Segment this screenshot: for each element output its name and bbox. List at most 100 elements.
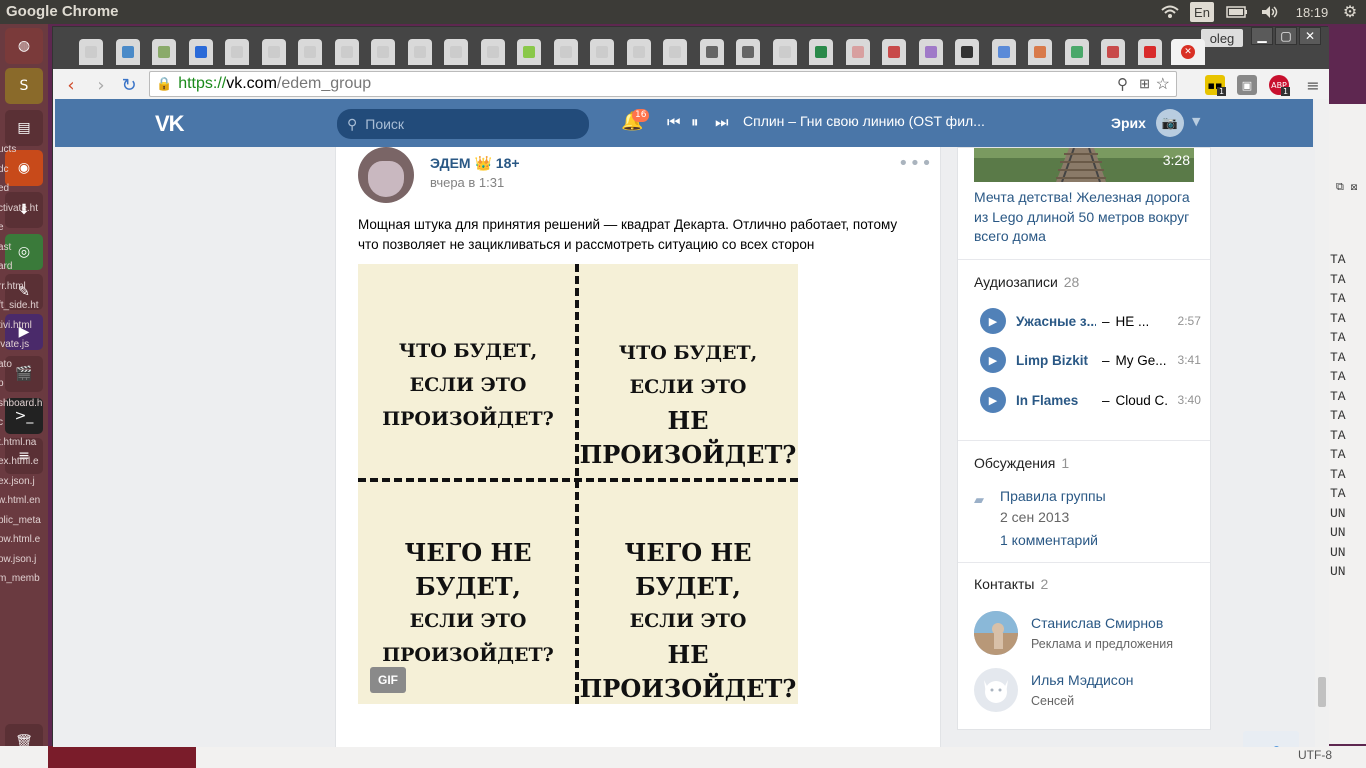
search-input[interactable]: ⚲ Поиск <box>337 109 589 139</box>
post-author-avatar[interactable] <box>358 147 414 203</box>
vk-logo-icon[interactable]: VK <box>155 111 185 137</box>
background-text-fragment: ed <box>0 183 10 194</box>
browser-tab[interactable] <box>188 39 213 65</box>
audio-item[interactable]: ▶ In Flames–Cloud C...3:40 <box>974 386 1204 414</box>
avatar[interactable] <box>974 668 1018 712</box>
browser-tab[interactable] <box>1137 39 1162 65</box>
browser-tab[interactable] <box>298 39 322 65</box>
browser-tab[interactable] <box>663 39 687 65</box>
post-author[interactable]: ЭДЕМ 👑 18+ <box>430 155 520 172</box>
browser-tab[interactable] <box>991 39 1016 65</box>
browser-tab[interactable] <box>1028 39 1052 65</box>
reload-icon[interactable]: ↻ <box>117 73 141 97</box>
search-placeholder: Поиск <box>365 116 405 132</box>
play-icon[interactable]: ▶ <box>980 308 1006 334</box>
profile-badge[interactable]: oleg <box>1201 29 1243 47</box>
browser-tab[interactable] <box>334 39 359 65</box>
bookmark-star-icon[interactable]: ☆ <box>1156 74 1170 94</box>
post-image[interactable]: ЧТО БУДЕТ, ЕСЛИ ЭТО ПРОИЗОЙДЕТ? ЧТО БУДЕТ,… <box>358 264 798 704</box>
video-thumbnail[interactable]: 3:28 <box>974 148 1194 182</box>
next-track-icon[interactable]: ⏭ <box>715 113 729 131</box>
background-window-left: ucts dc ed ctivate.ht e ast ard rr.html ft_side.… <box>0 140 52 620</box>
volume-icon[interactable] <box>1258 2 1282 22</box>
background-text-fragment: UN <box>1330 505 1346 521</box>
extension-bag-icon[interactable]: ▣ <box>1237 75 1257 95</box>
browser-tab[interactable] <box>955 39 979 65</box>
browser-tab[interactable] <box>371 39 395 65</box>
menu-icon[interactable]: ≡ <box>1301 73 1325 97</box>
audio-item[interactable]: ▶ Ужасные з... – НЕ ... 2:57 <box>974 307 1204 335</box>
browser-tab[interactable] <box>152 39 176 65</box>
contact-item[interactable]: Илья Мэддисон Сенсей <box>974 667 1133 713</box>
ubuntu-dash-icon[interactable]: ◍ <box>5 28 43 64</box>
now-playing[interactable]: Сплин – Гни свою линию (OST фил... <box>743 113 993 129</box>
settings-gear-icon[interactable]: ⚙ <box>1338 2 1362 22</box>
maximize-button[interactable]: ▢ <box>1275 27 1297 45</box>
forward-icon[interactable]: › <box>89 73 113 97</box>
browser-tab[interactable] <box>407 39 432 65</box>
chevron-down-icon[interactable]: ▼ <box>1192 115 1200 128</box>
background-text-fragment: ow.json.j <box>0 553 37 565</box>
post-time[interactable]: вчера в 1:31 <box>430 175 504 190</box>
zoom-icon[interactable]: ⚲ <box>1117 75 1128 93</box>
browser-tab[interactable] <box>1101 39 1125 65</box>
audio-header[interactable]: Аудиозаписи 28 <box>974 274 1079 290</box>
browser-tab[interactable] <box>79 39 103 65</box>
keyboard-layout-indicator[interactable]: En <box>1190 2 1214 22</box>
browser-tab[interactable] <box>1064 39 1089 65</box>
browser-tab[interactable] <box>225 39 249 65</box>
video-title[interactable]: Мечта детства! Железная дорога из Lego д… <box>974 188 1200 247</box>
browser-tab[interactable] <box>444 39 468 65</box>
discussion-comments[interactable]: 1 комментарий <box>1000 532 1098 548</box>
play-icon[interactable]: ▶ <box>980 387 1006 413</box>
translate-icon[interactable]: ⊞ <box>1139 76 1150 92</box>
active-tab[interactable]: ✕ <box>1171 39 1205 65</box>
tab-close-icon[interactable]: ✕ <box>1181 45 1195 59</box>
tab-favicon-icon <box>778 46 791 58</box>
background-text-fragment: TA <box>1330 427 1346 443</box>
tab-favicon-icon <box>450 46 462 58</box>
audio-item[interactable]: ▶ Limp Bizkit – My Ge... 3:41 <box>974 346 1204 374</box>
play-icon[interactable]: ▶ <box>980 347 1006 373</box>
chat-button[interactable]: 1👤 <box>1243 731 1299 747</box>
contact-name[interactable]: Станислав Смирнов <box>1031 615 1173 631</box>
browser-tab[interactable] <box>626 39 651 65</box>
browser-tab[interactable] <box>261 39 286 65</box>
address-bar[interactable]: 🔒 https://vk.com/edem_group ⚲ ⊞ ☆ <box>149 71 1177 97</box>
restore-icon[interactable]: ⧉ ⊠ <box>1336 182 1366 194</box>
browser-tab[interactable] <box>845 39 870 65</box>
tab-favicon-icon <box>924 46 937 58</box>
discussion-title[interactable]: Правила группы <box>1000 488 1106 504</box>
discussions-header[interactable]: Обсуждения 1 <box>974 455 1069 471</box>
back-icon[interactable]: ‹ <box>59 73 83 97</box>
contact-name[interactable]: Илья Мэддисон <box>1031 672 1133 688</box>
scrollbar[interactable] <box>1315 99 1329 747</box>
browser-tab[interactable] <box>772 39 797 65</box>
tab-favicon-icon <box>815 46 827 58</box>
browser-tab[interactable] <box>918 39 943 65</box>
wifi-icon[interactable] <box>1158 2 1182 22</box>
more-options-icon[interactable]: ••• <box>898 153 933 174</box>
browser-tab[interactable] <box>809 39 833 65</box>
browser-tab[interactable] <box>590 39 614 65</box>
user-avatar-camera-icon[interactable]: 📷 <box>1156 109 1184 137</box>
browser-tab[interactable] <box>115 39 140 65</box>
contacts-header[interactable]: Контакты 2 <box>974 576 1048 592</box>
browser-tab[interactable] <box>882 39 906 65</box>
browser-tab[interactable] <box>553 39 578 65</box>
battery-icon[interactable] <box>1224 2 1250 22</box>
close-window-button[interactable]: ✕ <box>1299 27 1321 45</box>
browser-tab[interactable] <box>480 39 505 65</box>
browser-tab[interactable] <box>736 39 760 65</box>
previous-track-icon[interactable]: ⏮ <box>667 113 681 131</box>
minimize-button[interactable]: ▁ <box>1251 27 1273 45</box>
gif-badge[interactable]: GIF <box>370 667 406 693</box>
clock[interactable]: 18:19 <box>1290 2 1334 22</box>
user-name[interactable]: Эрих <box>1111 115 1146 131</box>
browser-tab[interactable] <box>517 39 541 65</box>
sublime-text-icon[interactable]: S <box>5 68 43 104</box>
browser-tab[interactable] <box>699 39 724 65</box>
avatar[interactable] <box>974 611 1018 655</box>
pause-icon[interactable]: ⏸ <box>691 113 699 131</box>
contact-item[interactable]: Станислав Смирнов Реклама и предложения <box>974 610 1173 656</box>
